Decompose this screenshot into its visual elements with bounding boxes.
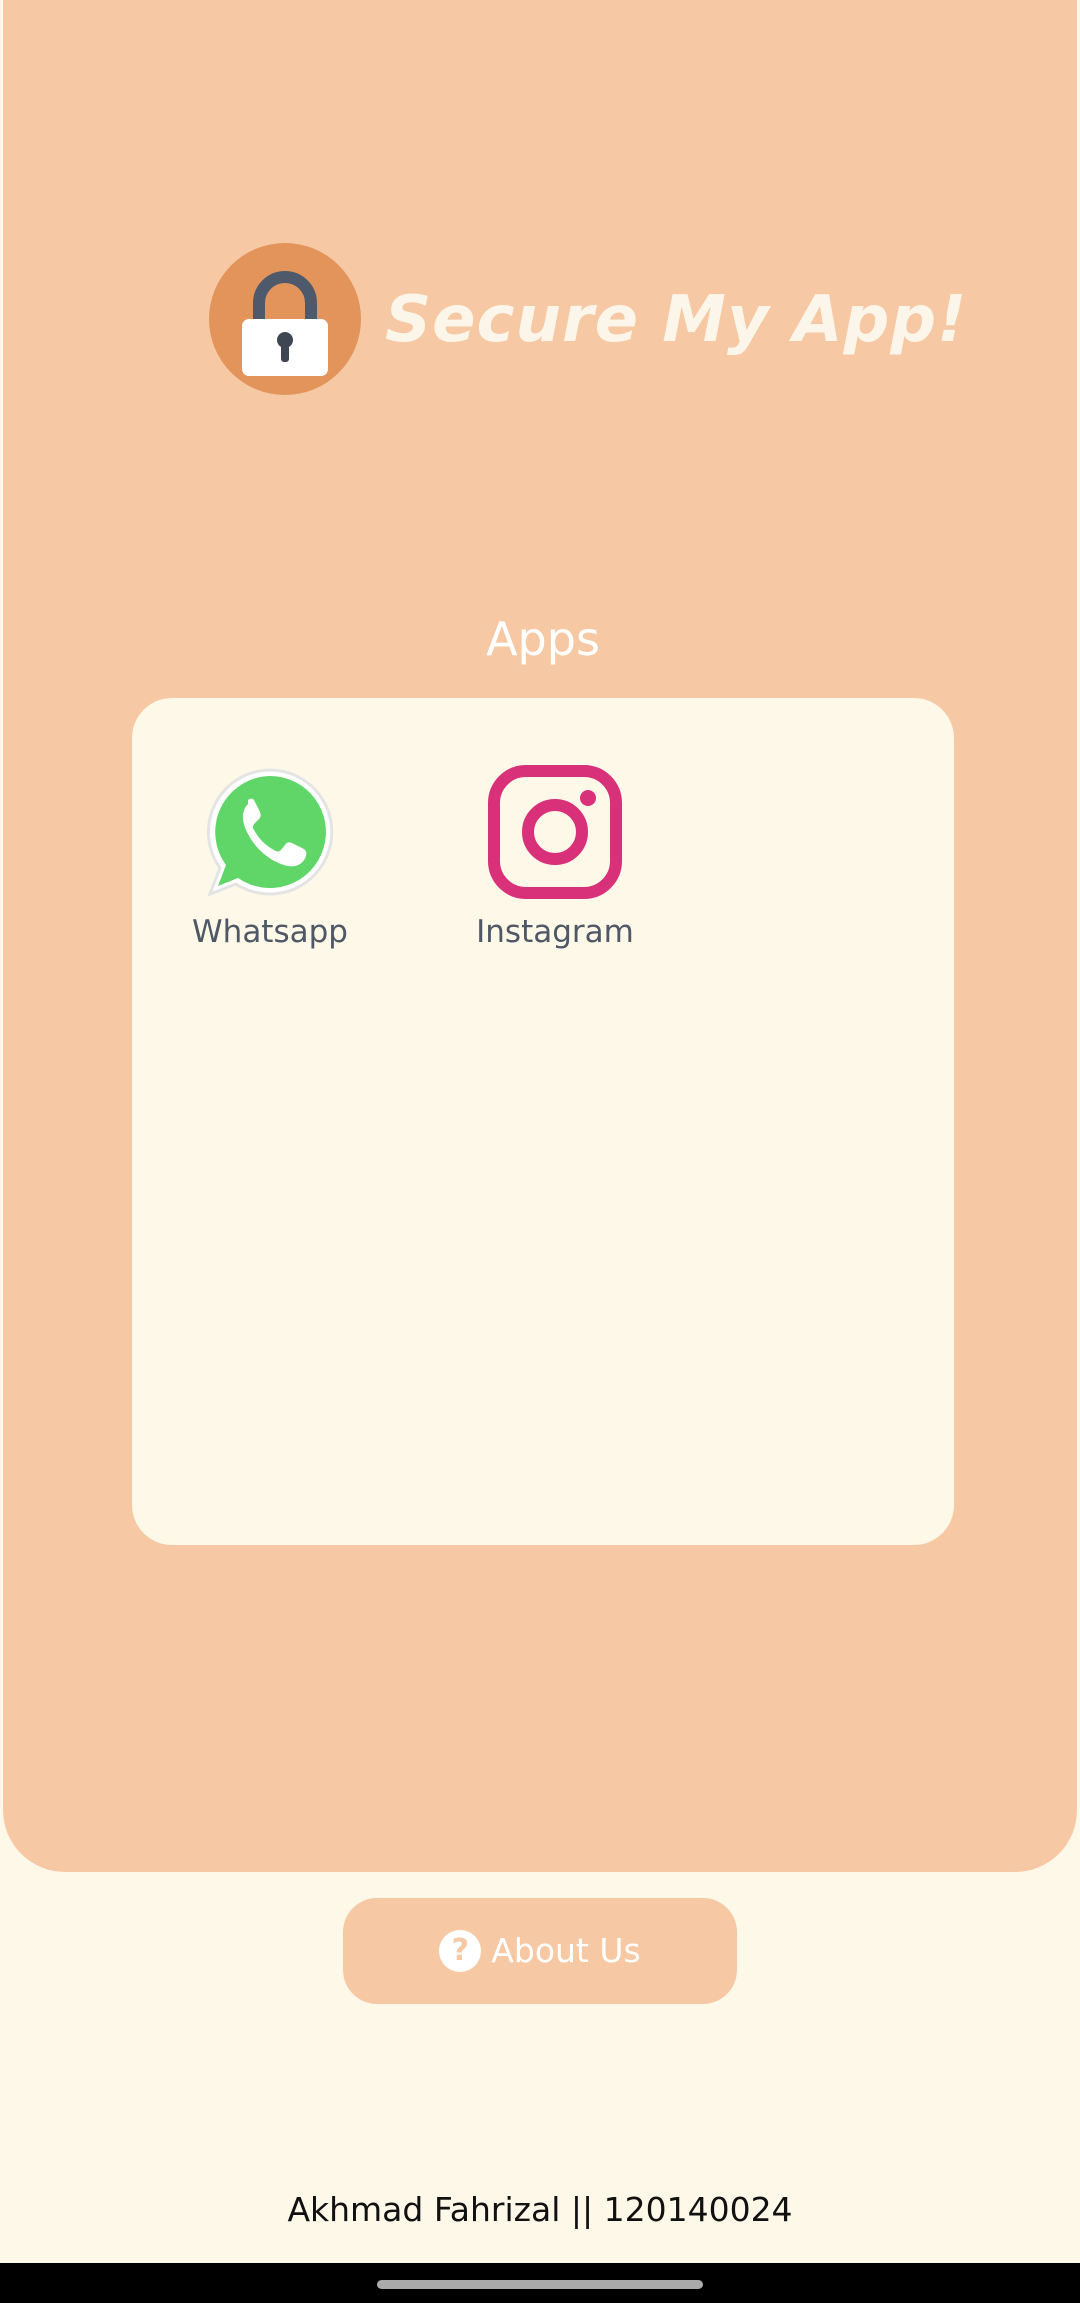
home-gesture-handle[interactable] (377, 2280, 703, 2289)
footer-credit: Akhmad Fahrizal || 120140024 (287, 2190, 793, 2229)
app-label-whatsapp: Whatsapp (192, 914, 348, 950)
padlock-icon (242, 271, 328, 376)
app-tile-instagram[interactable]: Instagram (465, 764, 645, 951)
instagram-icon (487, 764, 623, 900)
header-panel: Secure My App! Apps Whatsapp Instagram (3, 0, 1077, 1872)
about-us-label: About Us (491, 1931, 641, 1971)
app-logo (209, 243, 361, 395)
whatsapp-icon (202, 764, 338, 900)
app-title: Secure My App! (385, 283, 968, 357)
about-us-button[interactable]: ? About Us (343, 1898, 737, 2004)
apps-heading: Apps (486, 612, 600, 666)
apps-card: Whatsapp Instagram (132, 698, 954, 1545)
question-circle-icon: ? (439, 1930, 482, 1972)
app-label-instagram: Instagram (476, 914, 634, 950)
system-navigation-bar (0, 2263, 1080, 2303)
app-tile-whatsapp[interactable]: Whatsapp (180, 764, 360, 951)
